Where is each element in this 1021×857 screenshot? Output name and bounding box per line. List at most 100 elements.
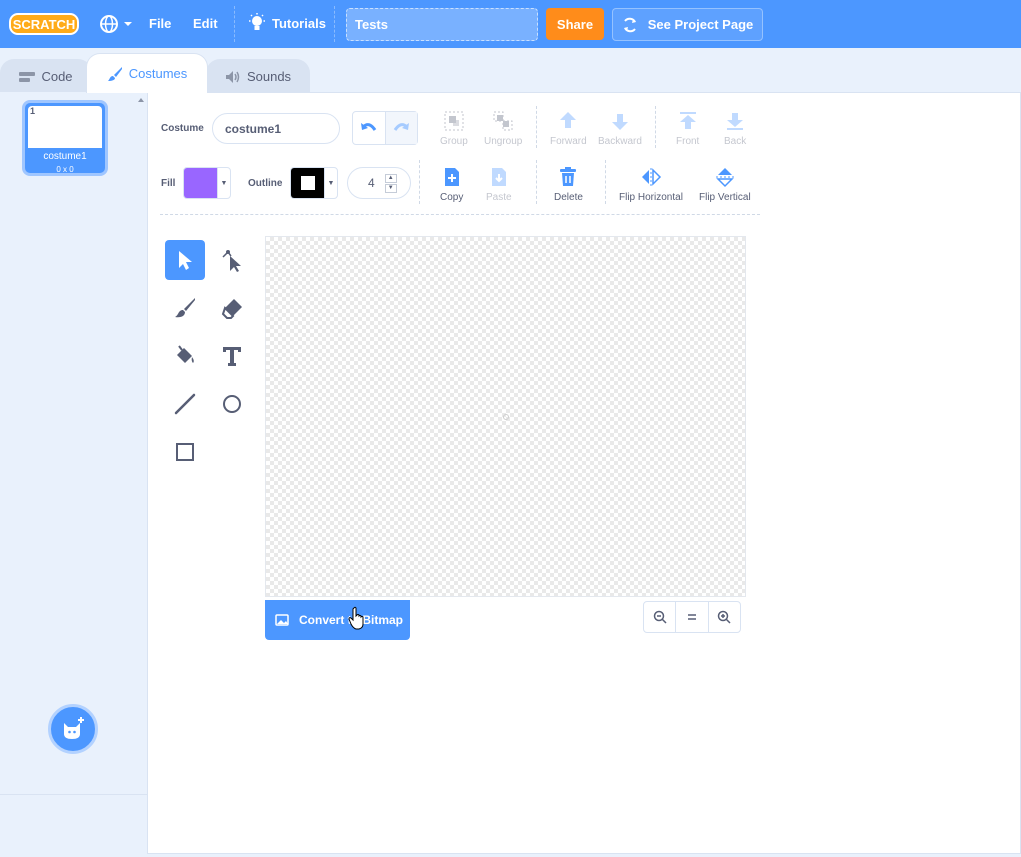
ungroup-icon <box>493 111 513 131</box>
ungroup-button[interactable]: Ungroup <box>484 110 522 147</box>
brush-tool[interactable] <box>165 288 205 328</box>
tab-sounds[interactable]: Sounds <box>206 59 310 93</box>
fill-bucket-icon <box>177 345 194 363</box>
eraser-icon <box>221 299 242 319</box>
paste-button[interactable]: Paste <box>486 166 512 203</box>
backward-label: Backward <box>598 136 642 147</box>
menu-bar: SCRATCH File Edit Tutorials Tests Share … <box>0 0 1021 48</box>
front-button[interactable]: Front <box>676 110 699 147</box>
tab-costumes[interactable]: Costumes <box>86 53 208 93</box>
tutorials-label: Tutorials <box>272 15 326 31</box>
costume-tile-size: 0 x 0 <box>56 165 74 174</box>
flip-vertical-label: Flip Vertical <box>699 192 751 203</box>
fill-label: Fill <box>161 178 176 189</box>
costume-thumbnail <box>28 106 102 148</box>
menu-divider <box>234 6 235 42</box>
outline-width-stepper[interactable]: ▲ ▼ <box>384 173 397 193</box>
select-icon <box>179 251 192 270</box>
redo-button[interactable] <box>384 112 417 144</box>
tab-sounds-label: Sounds <box>246 69 292 84</box>
zoom-reset-button[interactable] <box>675 602 707 632</box>
outline-width-input[interactable]: 4 ▲ ▼ <box>347 167 411 199</box>
fill-color-swatch <box>184 168 217 198</box>
undo-icon <box>360 123 377 131</box>
fill-color-picker[interactable]: ▼ <box>183 167 231 199</box>
caret-down-icon <box>124 22 132 26</box>
rectangle-tool[interactable] <box>165 432 205 472</box>
language-menu[interactable] <box>99 13 135 35</box>
copy-label: Copy <box>440 192 464 203</box>
scratch-logo[interactable]: SCRATCH <box>9 12 79 36</box>
circle-tool[interactable] <box>212 384 252 424</box>
redo-icon <box>394 123 410 131</box>
flip-horizontal-label: Flip Horizontal <box>619 192 683 203</box>
paste-label: Paste <box>486 192 512 203</box>
see-project-label: See Project Page <box>647 17 754 32</box>
stepper-up-icon[interactable]: ▲ <box>384 173 397 183</box>
costume-list-scrollbar[interactable] <box>134 92 148 792</box>
select-tool[interactable] <box>165 240 205 280</box>
forward-button[interactable]: Forward <box>550 110 587 147</box>
flip-horizontal-button[interactable]: Flip Horizontal <box>619 166 683 203</box>
brush-icon <box>107 66 122 81</box>
back-button[interactable]: Back <box>724 110 746 147</box>
tab-code-label: Code <box>41 69 73 84</box>
tab-code[interactable]: Code <box>0 59 92 93</box>
flip-vertical-icon <box>715 168 734 188</box>
back-icon <box>727 113 744 130</box>
stepper-down-icon[interactable]: ▼ <box>384 183 397 193</box>
toolbar-divider <box>536 160 537 204</box>
speaker-icon <box>225 70 240 83</box>
flip-horizontal-icon <box>641 168 662 186</box>
trash-icon <box>560 167 577 186</box>
globe-icon <box>100 15 118 33</box>
costume-number: 1 <box>30 106 36 116</box>
zoom-reset-icon <box>687 614 696 620</box>
back-label: Back <box>724 136 747 147</box>
tab-costumes-label: Costumes <box>128 66 188 81</box>
group-label: Group <box>440 136 468 147</box>
costume-tile[interactable]: 1 costume1 0 x 0 <box>22 100 108 176</box>
zoom-out-icon <box>653 610 667 624</box>
hand-cursor-icon <box>348 606 364 630</box>
edit-menu[interactable]: Edit <box>193 16 218 31</box>
costume-tile-name: costume1 <box>43 151 87 162</box>
line-tool[interactable] <box>165 384 205 424</box>
outline-label: Outline <box>248 178 283 189</box>
project-title-input[interactable]: Tests <box>346 8 538 41</box>
front-icon <box>679 112 696 129</box>
line-icon <box>174 393 196 415</box>
zoom-in-icon <box>718 610 731 624</box>
fill-tool[interactable] <box>165 336 205 376</box>
see-project-page-button[interactable]: See Project Page <box>612 8 763 41</box>
forward-icon <box>560 112 577 128</box>
copy-button[interactable]: Copy <box>440 166 463 203</box>
code-icon <box>19 71 36 82</box>
backward-button[interactable]: Backward <box>598 110 642 147</box>
tutorials-button[interactable]: Tutorials <box>248 13 326 33</box>
outline-color-picker[interactable]: ▼ <box>290 167 338 199</box>
bitmap-icon <box>275 614 289 626</box>
brush-icon <box>175 298 195 318</box>
zoom-in-button[interactable] <box>707 602 740 632</box>
convert-to-bitmap-button[interactable]: Convert to Bitmap <box>265 600 410 640</box>
reshape-tool[interactable] <box>212 240 252 280</box>
file-menu[interactable]: File <box>149 16 171 31</box>
flip-vertical-button[interactable]: Flip Vertical <box>699 166 751 203</box>
undo-button[interactable] <box>353 112 385 144</box>
zoom-out-button[interactable] <box>644 602 675 632</box>
delete-button[interactable]: Delete <box>554 166 583 203</box>
eraser-tool[interactable] <box>212 288 252 328</box>
add-costume-button[interactable] <box>48 704 98 754</box>
costume-name-input[interactable]: costume1 <box>212 113 340 144</box>
toolbar-divider <box>605 160 606 204</box>
see-project-icon <box>623 17 636 32</box>
copy-icon <box>444 168 459 186</box>
toolbar-divider <box>536 106 537 148</box>
group-button[interactable]: Group <box>440 110 468 147</box>
share-button[interactable]: Share <box>546 8 604 40</box>
text-tool[interactable] <box>212 336 252 376</box>
cat-plus-icon <box>64 717 84 739</box>
backward-icon <box>611 114 628 130</box>
lightbulb-icon <box>249 13 265 30</box>
